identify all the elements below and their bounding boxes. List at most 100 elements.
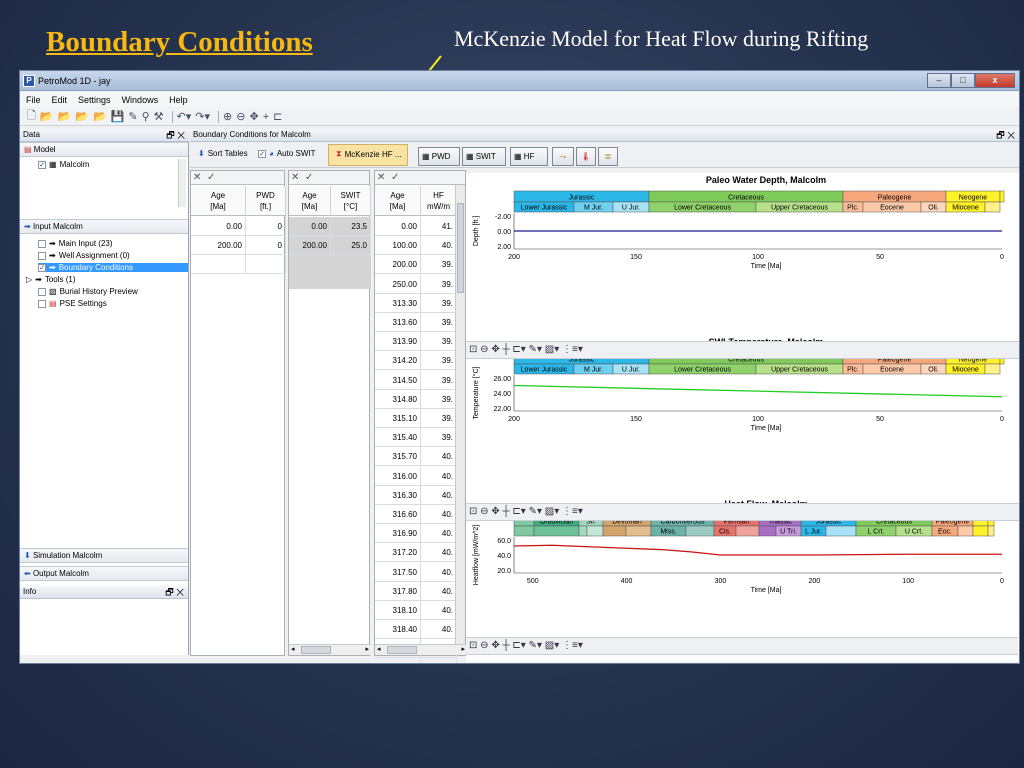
table-cell[interactable]: 40. <box>421 524 457 544</box>
swit-button[interactable]: ▦ SWIT <box>462 147 506 166</box>
table-cell[interactable]: 315.70 <box>375 447 421 467</box>
table-cell[interactable]: 0 <box>246 217 286 236</box>
ruler-icon[interactable]: ⊏ <box>273 110 282 123</box>
save-icon[interactable]: 💾 <box>111 110 125 123</box>
checkbox[interactable]: ✓ <box>38 263 46 272</box>
table-cell[interactable]: 39. <box>421 274 457 294</box>
tool-icon[interactable]: ⚲ <box>142 110 150 123</box>
flow-button[interactable]: ⇁ <box>552 147 574 166</box>
table-cell[interactable]: 0.00 <box>289 217 331 236</box>
pin-close-icon[interactable]: 🗗 ✕ <box>166 129 185 141</box>
open-folder-icon[interactable]: 📂 <box>40 110 54 123</box>
minimize-button[interactable]: – <box>927 73 951 88</box>
checkbox[interactable]: ✓ <box>258 149 266 158</box>
menu-windows[interactable]: Windows <box>122 95 159 105</box>
scroll-thumb[interactable] <box>301 646 331 654</box>
tree-item-boundary-conditions[interactable]: ✓ ➡ Boundary Conditions <box>38 263 188 272</box>
simulation-header[interactable]: ⬇ Simulation Malcolm <box>20 548 188 563</box>
crosshair-icon[interactable]: ┼ <box>503 640 510 651</box>
table-cell[interactable]: 39. <box>421 428 457 448</box>
table-cell[interactable]: 39. <box>421 409 457 428</box>
zoom-out-icon[interactable]: ⊖ <box>480 506 488 517</box>
ruler-icon[interactable]: ⊏▾ <box>512 506 525 517</box>
annotate-icon[interactable]: ✎▾ <box>529 344 542 355</box>
pan-icon[interactable]: ✥ <box>249 110 258 123</box>
chart-type-icon[interactable]: ▨▾ <box>545 640 559 651</box>
table-cell[interactable]: 317.50 <box>375 562 421 582</box>
table-cell[interactable]: 313.30 <box>375 293 421 313</box>
tree-item-pse-settings[interactable]: ▤ PSE Settings <box>38 299 107 308</box>
zoom-box-icon[interactable]: ⊡ <box>469 506 477 517</box>
tree-item-tools[interactable]: ▷ ➡ Tools (1) <box>26 275 76 284</box>
model-header[interactable]: ▤ Model <box>20 142 188 157</box>
pin-close-icon[interactable]: 🗗 ✕ <box>165 586 184 598</box>
table-cell[interactable]: 315.10 <box>375 409 421 428</box>
table-cell[interactable]: 40. <box>421 447 457 467</box>
annotate-icon[interactable]: ✎▾ <box>529 506 542 517</box>
hf-button[interactable]: ▦ HF <box>510 147 548 166</box>
legend-icon[interactable]: ⋮≡▾ <box>562 344 583 355</box>
undo-icon[interactable]: ↶▾ <box>177 110 192 123</box>
zoom-out-icon[interactable]: ⊖ <box>480 344 488 355</box>
mckenzie-button[interactable]: ⧗ McKenzie HF ... <box>336 149 402 159</box>
menu-help[interactable]: Help <box>169 95 188 105</box>
legend-icon[interactable]: ⋮≡▾ <box>562 640 583 651</box>
tool-icon[interactable]: ⚒ <box>154 110 164 123</box>
menu-file[interactable]: File <box>26 95 41 105</box>
table-cell[interactable]: 314.20 <box>375 351 421 371</box>
list-button[interactable]: ≣ <box>598 147 618 166</box>
table-cell[interactable]: 0.00 <box>191 217 246 236</box>
table-cell[interactable]: 314.50 <box>375 370 421 390</box>
pan-icon[interactable]: ✥ <box>491 640 499 651</box>
check-icon[interactable]: ✓ <box>207 172 215 183</box>
scroll-left-icon[interactable]: ◂ <box>291 645 295 653</box>
table-cell[interactable]: 316.90 <box>375 524 421 544</box>
checkbox[interactable] <box>38 251 46 260</box>
table-cell[interactable]: 39. <box>421 351 457 371</box>
table-cell[interactable]: 0.00 <box>375 217 421 236</box>
zoom-box-icon[interactable]: ⊡ <box>469 344 477 355</box>
horizontal-scrollbar[interactable]: ◂ ▸ <box>289 644 371 655</box>
ruler-icon[interactable]: ⊏▾ <box>512 640 525 651</box>
checkbox[interactable] <box>38 287 46 296</box>
table-cell[interactable]: 40. <box>421 620 457 640</box>
table-cell[interactable]: 39. <box>421 255 457 275</box>
table-cell[interactable]: 316.00 <box>375 466 421 486</box>
vertical-scrollbar[interactable] <box>455 185 465 645</box>
checkbox[interactable]: ✓ <box>38 160 46 169</box>
table-cell[interactable]: 317.80 <box>375 581 421 601</box>
pwd-button[interactable]: ▦ PWD <box>418 147 460 166</box>
clear-icon[interactable]: ✕ <box>377 172 385 183</box>
table-cell[interactable]: 23.5 <box>331 217 371 236</box>
table-cell[interactable] <box>246 255 286 274</box>
table-cell[interactable]: 0 <box>246 236 286 255</box>
tree-item-main-input[interactable]: ➡ Main Input (23) <box>38 239 113 248</box>
annotate-icon[interactable]: ✎▾ <box>529 640 542 651</box>
table-cell[interactable]: 39. <box>421 313 457 332</box>
table-cell[interactable]: 200.00 <box>289 236 331 255</box>
tool-icon[interactable]: ✎ <box>128 110 137 123</box>
input-header[interactable]: ➡ Input Malcolm <box>20 219 188 234</box>
clear-icon[interactable]: ✕ <box>193 172 201 183</box>
table-cell[interactable]: 40. <box>421 543 457 563</box>
crosshair-icon[interactable]: + <box>263 111 269 123</box>
scroll-right-icon[interactable]: ▸ <box>365 645 369 653</box>
scroll-thumb[interactable] <box>457 203 464 293</box>
table-cell[interactable]: 40. <box>421 236 457 256</box>
pin-close-icon[interactable]: 🗗 ✕ <box>996 129 1015 141</box>
table-cell[interactable]: 25.0 <box>331 236 371 255</box>
table-cell[interactable]: 250.00 <box>375 274 421 294</box>
table-cell[interactable] <box>191 255 246 274</box>
open-folder-icon[interactable]: 📂 <box>93 110 107 123</box>
horizontal-scrollbar[interactable]: ◂ ▸ <box>375 644 467 655</box>
table-cell[interactable]: 315.40 <box>375 428 421 448</box>
zoom-out-icon[interactable]: ⊖ <box>236 110 245 123</box>
table-cell[interactable]: 40. <box>421 601 457 620</box>
zoom-in-icon[interactable]: ⊕ <box>223 110 232 123</box>
redo-icon[interactable]: ↷▾ <box>195 110 210 123</box>
thermometer-button[interactable]: 🌡 <box>576 147 596 166</box>
table-cell[interactable]: 200.00 <box>191 236 246 255</box>
tree-scrollbar[interactable] <box>178 159 186 207</box>
check-icon[interactable]: ✓ <box>391 172 399 183</box>
table-cell[interactable]: 39. <box>421 370 457 390</box>
